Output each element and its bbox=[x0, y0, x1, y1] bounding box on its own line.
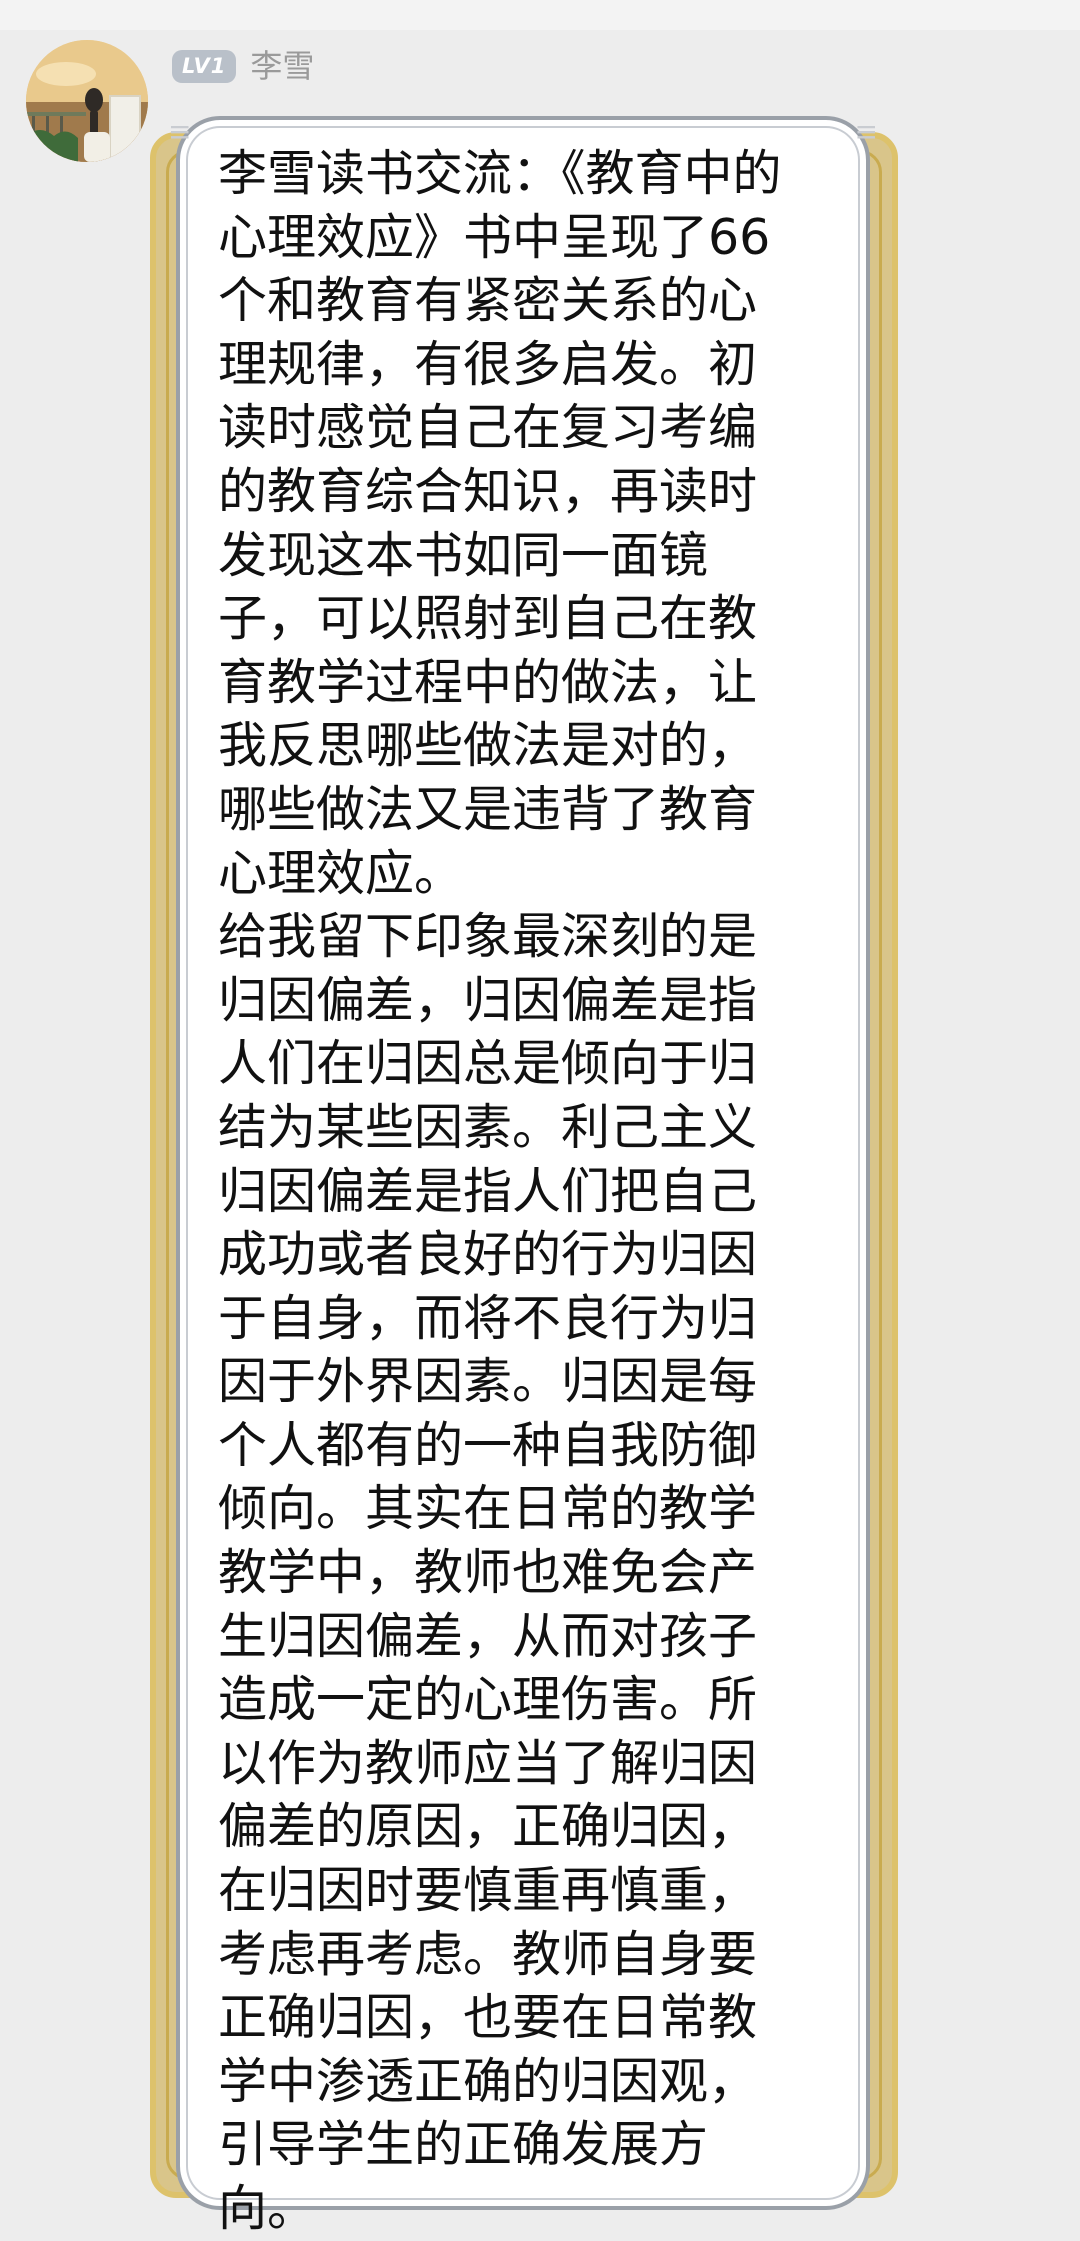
sender-name[interactable]: 李雪 bbox=[250, 46, 314, 86]
top-strip bbox=[0, 0, 1080, 30]
bubble-corner-ornament-icon: ≡ bbox=[168, 115, 192, 148]
level-badge: LV1 bbox=[172, 49, 237, 83]
avatar-photo-icon bbox=[26, 40, 148, 162]
bubble-corner-ornament-icon: ≡ bbox=[854, 115, 878, 148]
avatar[interactable] bbox=[26, 40, 148, 162]
message-text[interactable]: 李雪读书交流：《教育中的 心理效应》书中呈现了66 个和教育有紧密关系的心 理规… bbox=[218, 142, 798, 2241]
sender-row: LV1 李雪 bbox=[172, 46, 314, 86]
message-bubble[interactable]: ≡ ≡ 李雪读书交流：《教育中的 心理效应》书中呈现了66 个和教育有紧密关系的… bbox=[168, 116, 878, 2237]
